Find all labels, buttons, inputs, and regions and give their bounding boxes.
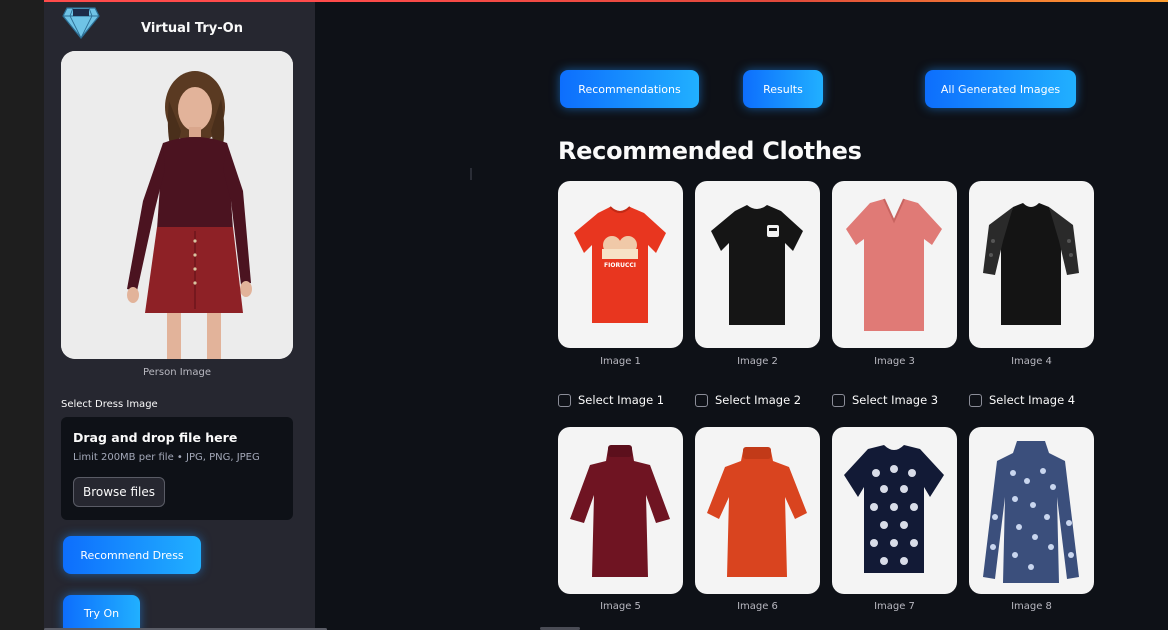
- dress-upload-label: Select Dress Image: [61, 399, 158, 410]
- checkbox-label[interactable]: Select Image 4: [989, 393, 1075, 407]
- select-image-4-checkbox[interactable]: Select Image 4: [969, 392, 1075, 408]
- try-on-button[interactable]: Try On: [63, 595, 140, 630]
- tab-recommendations[interactable]: Recommendations: [560, 70, 699, 108]
- tab-results[interactable]: Results: [743, 70, 823, 108]
- select-image-3-checkbox[interactable]: Select Image 3: [832, 392, 938, 408]
- image-caption-6: Image 6: [737, 601, 778, 612]
- file-uploader-dropzone[interactable]: Drag and drop file here Limit 200MB per …: [61, 417, 293, 520]
- sidebar: Virtual Try-On Person Image Select Dress…: [44, 0, 327, 630]
- image-caption-3: Image 3: [874, 356, 915, 367]
- person-image: [61, 51, 293, 359]
- clothing-image-7: [832, 427, 957, 594]
- image-caption-7: Image 7: [874, 601, 915, 612]
- text-cursor: [470, 168, 472, 180]
- tab-all-generated-images[interactable]: All Generated Images: [925, 70, 1076, 108]
- print-text: FIORUCCI: [604, 262, 636, 269]
- clothing-image-1: FIORUCCI: [558, 181, 683, 348]
- select-image-1-checkbox[interactable]: Select Image 1: [558, 392, 664, 408]
- header-accent-bar: [315, 0, 1168, 2]
- checkbox-label[interactable]: Select Image 2: [715, 393, 801, 407]
- image-caption-1: Image 1: [600, 356, 641, 367]
- image-caption-4: Image 4: [1011, 356, 1052, 367]
- image-caption-5: Image 5: [600, 601, 641, 612]
- clothing-image-4: [969, 181, 1094, 348]
- clothing-image-8: [969, 427, 1094, 594]
- checkbox-label[interactable]: Select Image 1: [578, 393, 664, 407]
- image-caption-2: Image 2: [737, 356, 778, 367]
- recommend-dress-button[interactable]: Recommend Dress: [63, 536, 201, 574]
- checkbox-icon[interactable]: [832, 393, 845, 407]
- clothing-image-5: [558, 427, 683, 594]
- diamond-logo-icon: [62, 7, 100, 40]
- clothing-image-2: [695, 181, 820, 348]
- image-caption-8: Image 8: [1011, 601, 1052, 612]
- checkbox-icon[interactable]: [969, 393, 982, 407]
- person-image-caption: Person Image: [142, 367, 212, 378]
- dropzone-limit-text: Limit 200MB per file • JPG, PNG, JPEG: [73, 452, 260, 463]
- checkbox-icon[interactable]: [558, 393, 571, 407]
- checkbox-icon[interactable]: [695, 393, 708, 407]
- clothing-image-6: [695, 427, 820, 594]
- window-edge: [0, 0, 44, 630]
- checkbox-label[interactable]: Select Image 3: [852, 393, 938, 407]
- select-image-2-checkbox[interactable]: Select Image 2: [695, 392, 801, 408]
- section-title: Recommended Clothes: [558, 137, 862, 165]
- clothing-image-3: [832, 181, 957, 348]
- app-title: Virtual Try-On: [141, 21, 243, 36]
- browse-files-button[interactable]: Browse files: [73, 477, 165, 507]
- dropzone-title: Drag and drop file here: [73, 430, 238, 445]
